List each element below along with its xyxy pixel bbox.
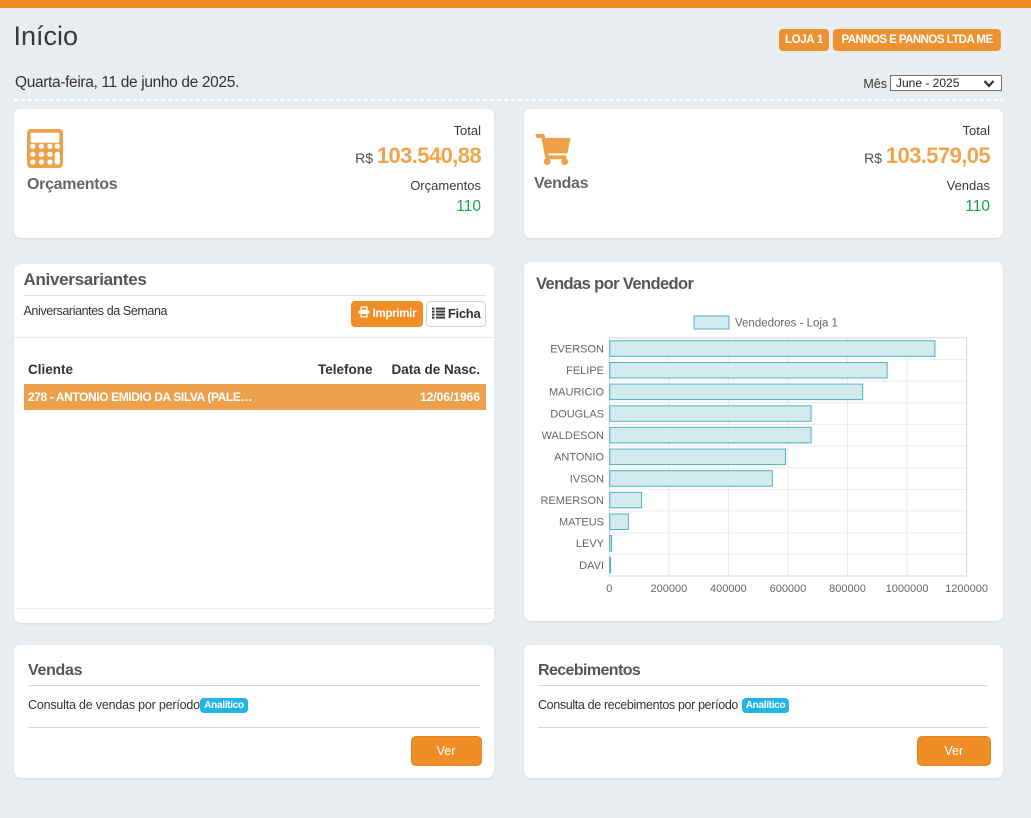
svg-text:MATEUS: MATEUS bbox=[559, 517, 604, 529]
svg-text:ANTONIO: ANTONIO bbox=[554, 452, 604, 464]
svg-text:800000: 800000 bbox=[829, 583, 866, 595]
svg-text:Vendedores - Loja 1: Vendedores - Loja 1 bbox=[735, 318, 838, 330]
svg-text:600000: 600000 bbox=[770, 583, 807, 595]
svg-text:200000: 200000 bbox=[650, 583, 687, 595]
svg-text:REMERSON: REMERSON bbox=[540, 495, 604, 507]
svg-text:EVERSON: EVERSON bbox=[550, 343, 604, 355]
svg-text:LEVY: LEVY bbox=[576, 538, 605, 550]
svg-text:DAVI: DAVI bbox=[579, 560, 604, 572]
svg-text:0: 0 bbox=[606, 583, 612, 595]
svg-text:IVSON: IVSON bbox=[570, 473, 604, 485]
svg-text:400000: 400000 bbox=[710, 583, 747, 595]
svg-text:1000000: 1000000 bbox=[886, 583, 929, 595]
svg-text:MAURICIO: MAURICIO bbox=[549, 387, 604, 399]
svg-text:FELIPE: FELIPE bbox=[566, 365, 604, 377]
svg-text:WALDESON: WALDESON bbox=[541, 430, 604, 442]
svg-text:DOUGLAS: DOUGLAS bbox=[550, 408, 604, 420]
svg-text:1200000: 1200000 bbox=[945, 583, 988, 595]
